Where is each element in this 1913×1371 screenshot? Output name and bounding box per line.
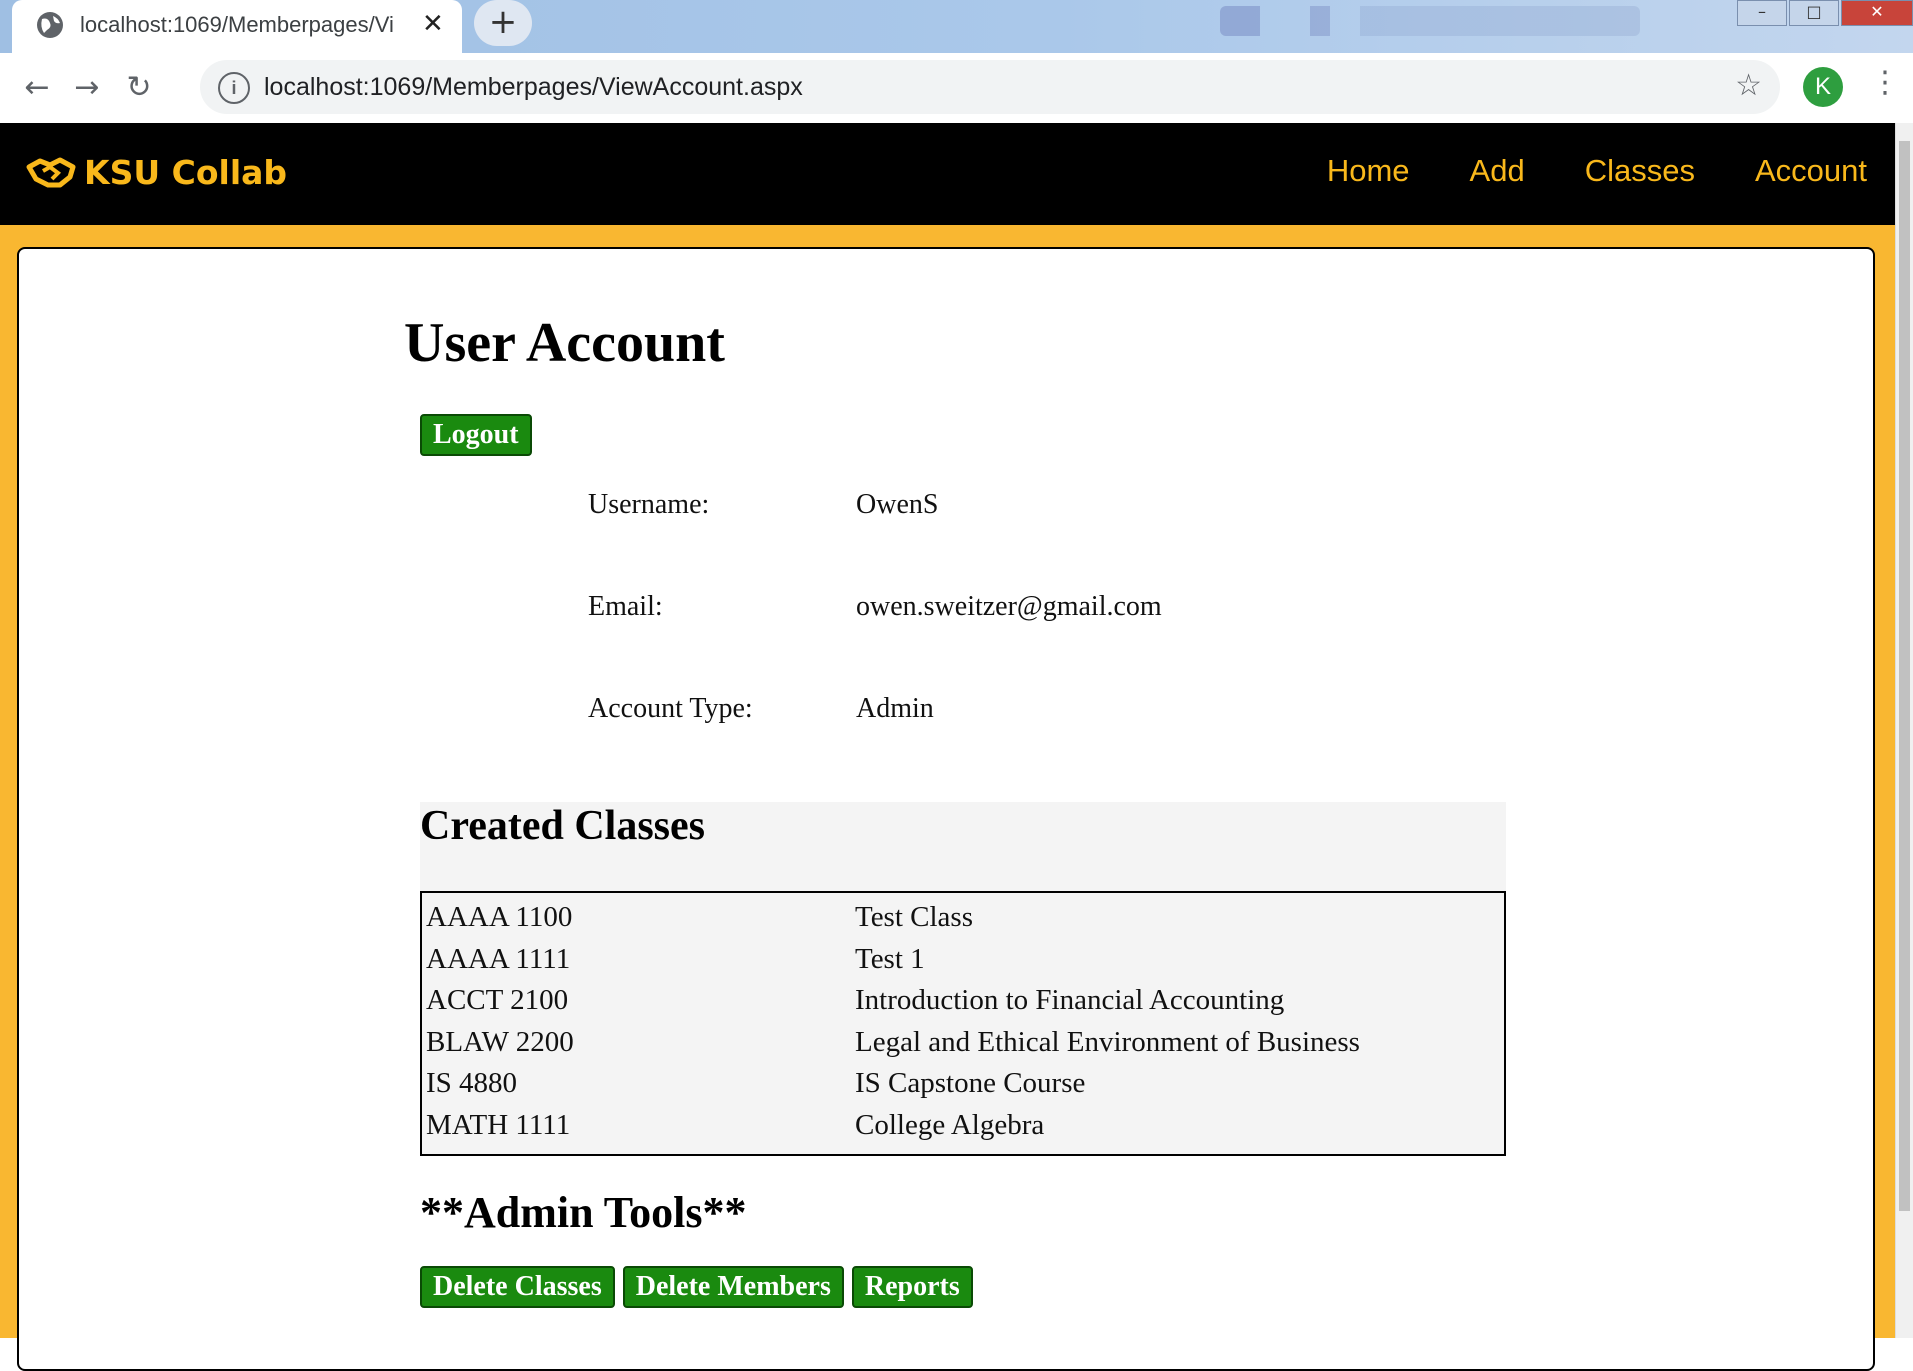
nav-classes[interactable]: Classes [1585,153,1695,189]
class-name: Introduction to Financial Accounting [855,984,1285,1016]
back-icon[interactable]: ← [16,67,58,109]
table-row: IS 4880 IS Capstone Course [422,1065,1504,1107]
window-close-icon[interactable]: ✕ [1841,0,1913,26]
classes-table: AAAA 1100 Test Class AAAA 1111 Test 1 AC… [420,891,1506,1156]
class-name: IS Capstone Course [855,1067,1086,1099]
account-type-label: Account Type: [588,693,753,724]
delete-classes-button[interactable]: Delete Classes [420,1266,615,1308]
table-row: BLAW 2200 Legal and Ethical Environment … [422,1024,1504,1066]
created-classes-header: Created Classes [420,802,1506,891]
email-label: Email: [588,591,663,622]
table-row: AAAA 1100 Test Class [422,899,1504,941]
star-icon[interactable]: ☆ [1735,68,1762,103]
admin-tools-heading: **Admin Tools** [420,1188,747,1237]
account-type-value: Admin [856,693,934,724]
account-card: User Account Logout Username: OwenS Emai… [17,247,1875,1371]
profile-avatar[interactable]: K [1803,67,1843,107]
window-controls: – □ ✕ [1735,0,1913,26]
close-icon[interactable]: ✕ [422,8,444,39]
class-code: AAAA 1100 [426,901,573,933]
class-name: Test 1 [855,942,925,975]
browser-tabstrip: localhost:1069/Memberpages/Vi ✕ + – □ ✕ [0,0,1913,53]
address-bar[interactable]: i localhost:1069/Memberpages/ViewAccount… [200,60,1780,114]
main-nav: Home Add Classes Account [1267,153,1867,189]
tab-title: localhost:1069/Memberpages/Vi [80,12,394,37]
page-title: User Account [404,312,725,374]
handshake-icon [26,157,76,187]
maximize-icon[interactable]: □ [1789,0,1839,26]
logout-button[interactable]: Logout [420,414,532,456]
class-code: IS 4880 [426,1067,518,1099]
class-name: College Algebra [855,1108,1045,1141]
info-icon[interactable]: i [218,72,250,104]
menu-icon[interactable]: ⋮ [1870,65,1900,100]
browser-tab[interactable]: localhost:1069/Memberpages/Vi ✕ [12,0,462,53]
url-text: localhost:1069/Memberpages/ViewAccount.a… [264,73,803,101]
class-code: AAAA 1111 [426,942,571,975]
reload-icon[interactable]: ↻ [118,67,160,109]
brand-name: KSU Collab [84,153,288,192]
table-row: AAAA 1111 Test 1 [422,941,1504,983]
nav-add[interactable]: Add [1470,153,1525,189]
class-name: Test Class [855,901,973,933]
scrollbar-thumb[interactable] [1899,141,1910,1211]
nav-home[interactable]: Home [1327,153,1410,189]
forward-icon[interactable]: → [66,67,108,109]
table-row: ACCT 2100 Introduction to Financial Acco… [422,982,1504,1024]
delete-members-button[interactable]: Delete Members [622,1266,844,1308]
nav-account[interactable]: Account [1755,153,1867,189]
brand-logo[interactable]: KSU Collab [26,153,287,192]
reports-button[interactable]: Reports [851,1266,973,1308]
plus-icon[interactable]: + [474,0,532,46]
created-classes-heading: Created Classes [420,803,706,849]
class-code: BLAW 2200 [426,1025,574,1058]
browser-toolbar: ← → ↻ i localhost:1069/Memberpages/ViewA… [0,53,1913,123]
class-name: Legal and Ethical Environment of Busines… [855,1025,1360,1058]
class-code: ACCT 2100 [426,984,569,1016]
minimize-icon[interactable]: – [1737,0,1787,26]
scrollbar[interactable] [1895,123,1913,1338]
blurred-taskbar-area [1220,6,1640,36]
table-row: MATH 1111 College Algebra [422,1107,1504,1149]
admin-tools: Delete Classes Delete Members Reports [420,1266,981,1308]
class-code: MATH 1111 [426,1108,571,1141]
username-label: Username: [588,489,710,520]
username-value: OwenS [856,489,939,520]
email-value: owen.sweitzer@gmail.com [856,591,1162,622]
site-navbar: KSU Collab Home Add Classes Account [0,123,1895,225]
globe-icon [37,12,63,38]
